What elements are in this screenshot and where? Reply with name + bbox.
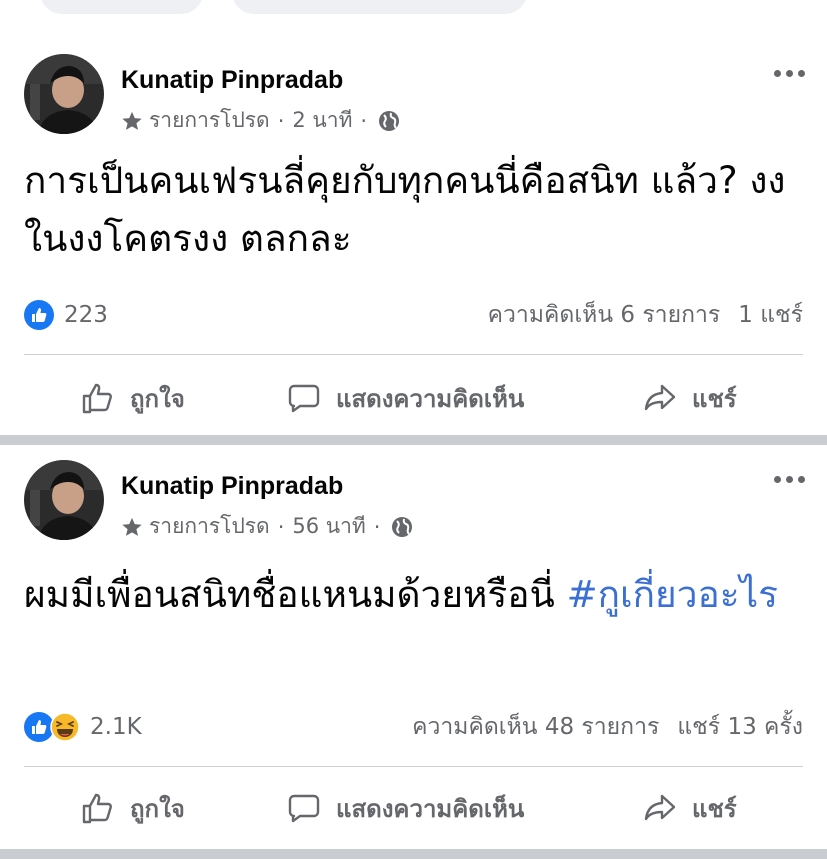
reaction-count: 2.1K	[90, 714, 142, 740]
share-arrow-icon	[644, 794, 676, 821]
like-label: ถูกใจ	[130, 794, 185, 823]
feed-post: Kunatip Pinpradab รายการโปรด · 2 นาที · …	[0, 40, 827, 436]
comment-icon	[288, 794, 320, 823]
comment-button[interactable]: แสดงความคิดเห็น	[286, 778, 524, 838]
share-button[interactable]: แชร์	[642, 368, 737, 428]
filter-pill[interactable]	[232, 0, 527, 14]
thumbs-up-icon	[82, 383, 112, 414]
hashtag-link[interactable]: #กูเกี่ยวอะไร	[567, 573, 779, 616]
post-text-content: การเป็นคนเฟรนลี่คุยกับทุกคนนี่คือสนิท แล…	[24, 159, 786, 260]
divider	[24, 766, 803, 767]
meta-separator: ·	[360, 108, 368, 133]
post-stats: 2.1K ความคิดเห็น 48 รายการ แชร์ 13 ครั้ง	[24, 710, 803, 744]
top-filter-pills	[0, 0, 827, 16]
audience-label: รายการโปรด	[149, 514, 270, 538]
comment-button[interactable]: แสดงความคิดเห็น	[286, 368, 524, 428]
star-icon	[122, 517, 142, 536]
comment-label: แสดงความคิดเห็น	[336, 384, 525, 413]
comment-count[interactable]: ความคิดเห็น 6 รายการ	[488, 297, 721, 333]
post-actions: ถูกใจ แสดงความคิดเห็น แชร์	[0, 778, 827, 838]
globe-icon	[379, 110, 400, 131]
share-arrow-icon	[644, 384, 676, 411]
like-button[interactable]: ถูกใจ	[80, 778, 185, 838]
audience-label: รายการโปรด	[149, 108, 270, 132]
share-count[interactable]: 1 แชร์	[738, 297, 803, 333]
share-label: แชร์	[692, 794, 737, 823]
post-actions: ถูกใจ แสดงความคิดเห็น แชร์	[0, 368, 827, 428]
comment-icon	[288, 384, 320, 413]
reaction-summary[interactable]: 223	[24, 300, 108, 330]
post-text: การเป็นคนเฟรนลี่คุยกับทุกคนนี่คือสนิท แล…	[24, 152, 804, 268]
post-author[interactable]: Kunatip Pinpradab	[121, 472, 343, 501]
avatar[interactable]	[24, 54, 104, 134]
meta-separator: ·	[277, 108, 285, 133]
more-options-button[interactable]	[774, 70, 805, 77]
post-text-content: ผมมีเพื่อนสนิทชื่อแหนมด้วยหรือนี่	[24, 573, 567, 616]
divider	[24, 354, 803, 355]
globe-icon	[392, 516, 413, 537]
post-text: ผมมีเพื่อนสนิทชื่อแหนมด้วยหรือนี่ #กูเกี…	[24, 566, 804, 624]
post-separator	[0, 849, 827, 859]
like-label: ถูกใจ	[130, 384, 185, 413]
share-label: แชร์	[692, 384, 737, 413]
post-separator	[0, 435, 827, 445]
filter-pill[interactable]	[40, 0, 203, 14]
more-options-button[interactable]	[774, 476, 805, 483]
reaction-count: 223	[64, 302, 108, 328]
comment-count[interactable]: ความคิดเห็น 48 รายการ	[412, 709, 659, 745]
feed-post: Kunatip Pinpradab รายการโปรด · 56 นาที ·…	[0, 446, 827, 850]
comment-label: แสดงความคิดเห็น	[336, 794, 525, 823]
haha-icon	[50, 712, 80, 742]
post-meta: รายการโปรด · 56 นาที ·	[121, 510, 414, 543]
meta-separator: ·	[373, 514, 381, 539]
like-button[interactable]: ถูกใจ	[80, 368, 185, 428]
share-count[interactable]: แชร์ 13 ครั้ง	[677, 709, 803, 745]
thumbs-up-icon	[82, 793, 112, 824]
reaction-summary[interactable]: 2.1K	[24, 712, 142, 742]
share-button[interactable]: แชร์	[642, 778, 737, 838]
post-stats: 223 ความคิดเห็น 6 รายการ 1 แชร์	[24, 298, 803, 332]
star-icon	[122, 111, 142, 130]
post-author[interactable]: Kunatip Pinpradab	[121, 66, 343, 95]
post-time[interactable]: 56 นาที	[292, 510, 365, 543]
post-meta: รายการโปรด · 2 นาที ·	[121, 104, 401, 137]
like-icon	[24, 300, 54, 330]
post-time[interactable]: 2 นาที	[292, 104, 352, 137]
avatar[interactable]	[24, 460, 104, 540]
meta-separator: ·	[277, 514, 285, 539]
